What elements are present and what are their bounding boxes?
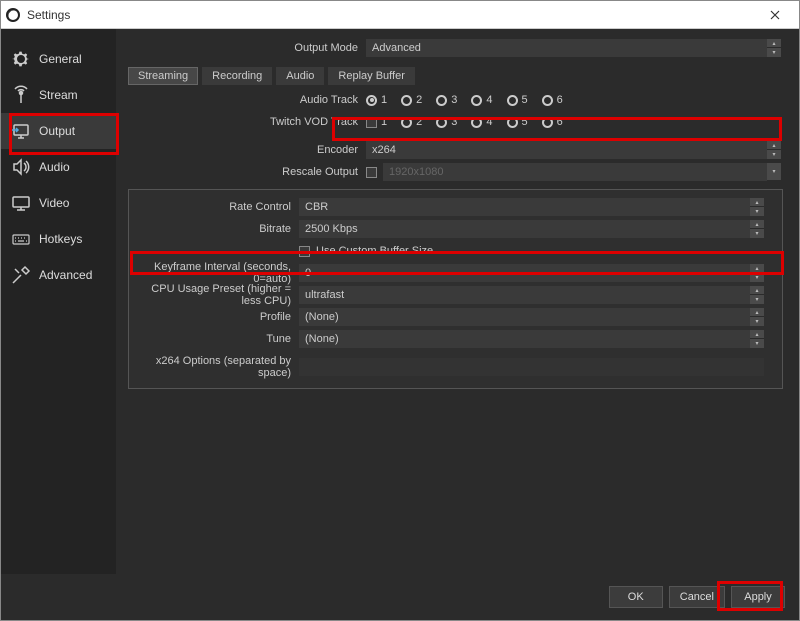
profile-label: Profile [129,311,299,323]
number-spinner-icon[interactable]: ▴▾ [750,264,764,282]
sidebar-item-label: Advanced [39,268,92,282]
radio-icon[interactable] [471,95,482,106]
window-title: Settings [27,8,755,22]
radio-icon[interactable] [401,95,412,106]
close-button[interactable] [755,2,795,28]
sidebar-item-label: Output [39,124,75,138]
rate-control-select[interactable]: CBR▴▾ [299,198,764,216]
sidebar-item-label: Video [39,196,69,210]
radio-icon[interactable] [542,95,553,106]
tab-recording[interactable]: Recording [202,67,272,85]
output-mode-select[interactable]: Advanced ▴▾ [366,39,781,57]
titlebar: Settings [1,1,799,29]
main-content: Output Mode Advanced ▴▾ Streaming Record… [116,29,799,574]
keyframe-input[interactable]: 0▴▾ [299,264,764,282]
encoder-settings-panel: Rate Control CBR▴▾ Bitrate 2500 Kbps▴▾ U… [128,189,783,389]
custom-buffer-checkbox[interactable] [299,246,310,257]
sidebar-item-label: Hotkeys [39,232,82,246]
x264-options-input[interactable] [299,358,764,376]
sidebar: General Stream Output Audio Video Hotkey… [1,29,116,574]
tune-label: Tune [129,333,299,345]
dropdown-spinner-icon[interactable]: ▴▾ [750,330,764,348]
sidebar-item-label: Audio [39,160,70,174]
checkbox-icon[interactable] [366,117,377,128]
obs-logo-icon [5,7,21,23]
bitrate-label: Bitrate [129,223,299,235]
rescale-label: Rescale Output [116,166,366,178]
tab-audio[interactable]: Audio [276,67,324,85]
tools-icon [11,265,31,285]
encoder-label: Encoder [116,144,366,156]
audio-track-group: 1 2 3 4 5 6 [366,94,573,106]
dropdown-spinner-icon[interactable]: ▴▾ [750,198,764,216]
vod-track-group: 1 2 3 4 5 6 [366,116,573,128]
antenna-icon [11,85,31,105]
output-tabs: Streaming Recording Audio Replay Buffer [128,67,799,85]
dropdown-spinner-icon[interactable]: ▴▾ [767,39,781,57]
profile-select[interactable]: (None)▴▾ [299,308,764,326]
gear-icon [11,49,31,69]
cpu-preset-select[interactable]: ultrafast▴▾ [299,286,764,304]
bitrate-input[interactable]: 2500 Kbps▴▾ [299,220,764,238]
sidebar-item-label: General [39,52,82,66]
radio-icon[interactable] [542,117,553,128]
x264-options-label: x264 Options (separated by space) [129,355,299,379]
radio-icon[interactable] [436,95,447,106]
sidebar-item-audio[interactable]: Audio [1,149,116,185]
encoder-select[interactable]: x264 ▴▾ [366,141,781,159]
vod-track-label: Twitch VOD Track [116,116,366,128]
speaker-icon [11,157,31,177]
sidebar-item-video[interactable]: Video [1,185,116,221]
dropdown-spinner-icon[interactable]: ▴▾ [767,141,781,159]
ok-button[interactable]: OK [609,586,663,608]
monitor-arrow-icon [11,121,31,141]
cancel-button[interactable]: Cancel [669,586,725,608]
radio-icon[interactable] [471,117,482,128]
keyboard-icon [11,229,31,249]
monitor-icon [11,193,31,213]
tab-replay-buffer[interactable]: Replay Buffer [328,67,414,85]
radio-icon[interactable] [507,95,518,106]
output-mode-label: Output Mode [116,42,366,54]
rescale-input[interactable]: 1920x1080 ▾ [383,163,781,181]
rescale-checkbox[interactable] [366,167,377,178]
footer: OK Cancel Apply [1,574,799,620]
radio-icon[interactable] [366,95,377,106]
audio-track-label: Audio Track [116,94,366,106]
settings-window: Settings General Stream Output Audio [0,0,800,621]
radio-icon[interactable] [436,117,447,128]
sidebar-item-advanced[interactable]: Advanced [1,257,116,293]
sidebar-item-output[interactable]: Output [1,113,116,149]
dropdown-spinner-icon[interactable]: ▾ [767,163,781,181]
rate-control-label: Rate Control [129,201,299,213]
cpu-preset-label: CPU Usage Preset (higher = less CPU) [129,283,299,307]
custom-buffer-label: Use Custom Buffer Size [316,245,433,257]
sidebar-item-general[interactable]: General [1,41,116,77]
tune-select[interactable]: (None)▴▾ [299,330,764,348]
radio-icon[interactable] [401,117,412,128]
number-spinner-icon[interactable]: ▴▾ [750,220,764,238]
dropdown-spinner-icon[interactable]: ▴▾ [750,286,764,304]
sidebar-item-label: Stream [39,88,78,102]
apply-button[interactable]: Apply [731,586,785,608]
dropdown-spinner-icon[interactable]: ▴▾ [750,308,764,326]
keyframe-label: Keyframe Interval (seconds, 0=auto) [129,261,299,285]
tab-streaming[interactable]: Streaming [128,67,198,85]
radio-icon[interactable] [507,117,518,128]
sidebar-item-stream[interactable]: Stream [1,77,116,113]
sidebar-item-hotkeys[interactable]: Hotkeys [1,221,116,257]
